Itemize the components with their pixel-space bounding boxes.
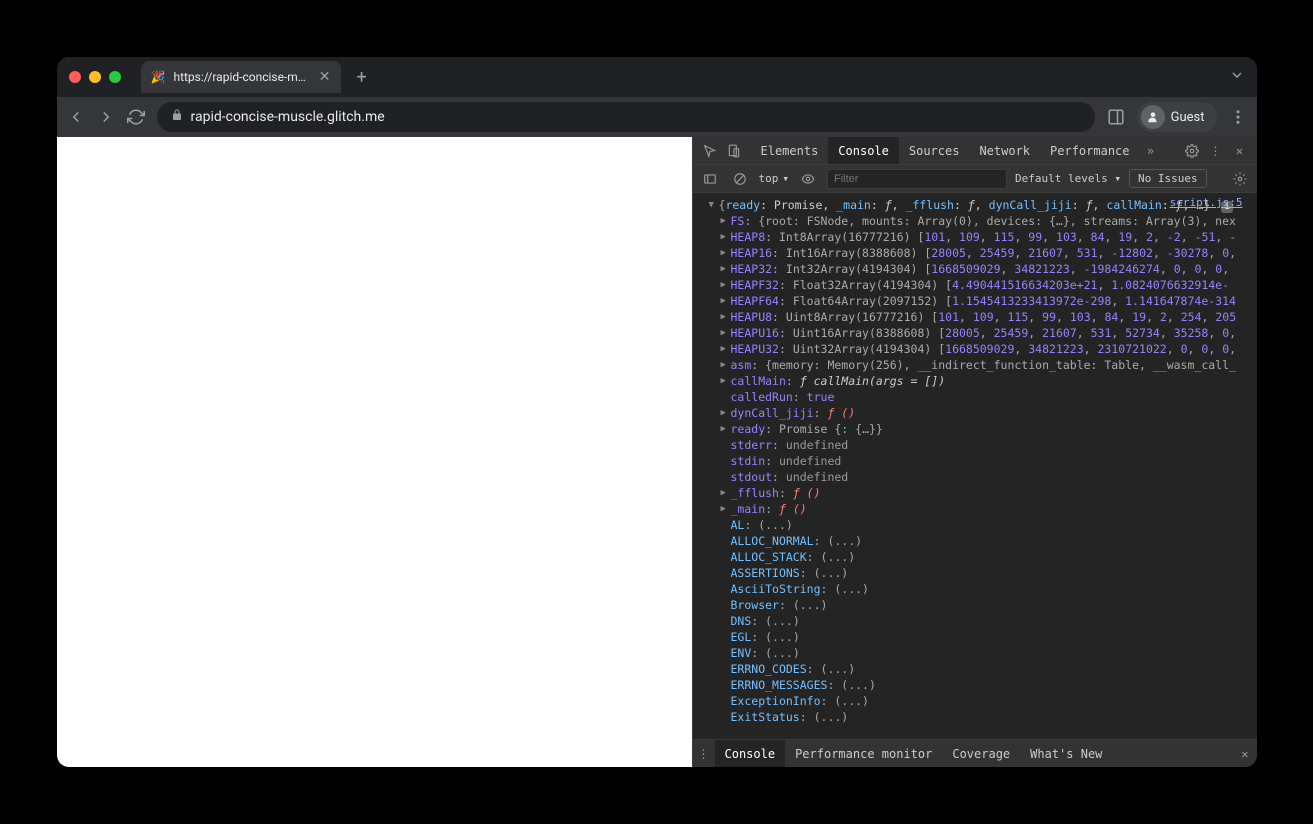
close-tab-icon[interactable]: ✕ bbox=[319, 69, 331, 85]
new-tab-button[interactable]: + bbox=[351, 67, 373, 88]
console-settings-icon[interactable] bbox=[1229, 168, 1251, 190]
property-row[interactable]: FS: {root: FSNode, mounts: Array(0), dev… bbox=[721, 213, 1253, 229]
device-toggle-icon[interactable] bbox=[723, 140, 745, 162]
property-row[interactable]: EGL: (...) bbox=[721, 629, 1253, 645]
back-button[interactable] bbox=[67, 108, 85, 126]
drawer-tab-coverage[interactable]: Coverage bbox=[942, 740, 1020, 767]
live-expression-icon[interactable] bbox=[797, 168, 819, 190]
tab-title: https://rapid-concise-muscle.g bbox=[173, 70, 310, 84]
property-row[interactable]: Browser: (...) bbox=[721, 597, 1253, 613]
traffic-lights bbox=[69, 71, 121, 83]
property-row[interactable]: HEAPU8: Uint8Array(16777216) [101, 109, … bbox=[721, 309, 1253, 325]
chevron-down-icon: ▾ bbox=[782, 172, 789, 185]
property-row[interactable]: ExitStatus: (...) bbox=[721, 709, 1253, 725]
browser-tab[interactable]: 🎉 https://rapid-concise-muscle.g ✕ bbox=[141, 61, 341, 93]
property-row[interactable]: ready: Promise {: {…}} bbox=[721, 421, 1253, 437]
property-row[interactable]: ERRNO_CODES: (...) bbox=[721, 661, 1253, 677]
property-row[interactable]: asm: {memory: Memory(256), __indirect_fu… bbox=[721, 357, 1253, 373]
devtools-drawer: ⋮ ConsolePerformance monitorCoverageWhat… bbox=[693, 739, 1257, 767]
sidebar-toggle-icon[interactable] bbox=[699, 168, 721, 190]
property-row[interactable]: _fflush: ƒ () bbox=[721, 485, 1253, 501]
filter-input[interactable] bbox=[827, 169, 1007, 189]
inspect-element-icon[interactable] bbox=[699, 140, 721, 162]
property-row[interactable]: DNS: (...) bbox=[721, 613, 1253, 629]
source-link[interactable]: script.js:5 bbox=[1170, 195, 1243, 211]
property-row[interactable]: ASSERTIONS: (...) bbox=[721, 565, 1253, 581]
property-row[interactable]: HEAP16: Int16Array(8388608) [28005, 2545… bbox=[721, 245, 1253, 261]
browser-window: 🎉 https://rapid-concise-muscle.g ✕ + rap… bbox=[57, 57, 1257, 767]
property-row[interactable]: AL: (...) bbox=[721, 517, 1253, 533]
lock-icon bbox=[171, 109, 183, 125]
settings-icon[interactable] bbox=[1181, 140, 1203, 162]
close-drawer-icon[interactable]: ✕ bbox=[1233, 747, 1256, 761]
minimize-window-button[interactable] bbox=[89, 71, 101, 83]
drawer-menu-icon[interactable]: ⋮ bbox=[693, 743, 715, 765]
devtools-tab-elements[interactable]: Elements bbox=[751, 137, 829, 164]
tab-list-button[interactable] bbox=[1229, 67, 1245, 87]
tab-strip: 🎉 https://rapid-concise-muscle.g ✕ + bbox=[57, 57, 1257, 97]
devtools-tab-network[interactable]: Network bbox=[969, 137, 1040, 164]
property-row[interactable]: HEAP8: Int8Array(16777216) [101, 109, 11… bbox=[721, 229, 1253, 245]
more-tabs-icon[interactable]: » bbox=[1140, 140, 1162, 162]
forward-button[interactable] bbox=[97, 108, 115, 126]
property-row[interactable]: HEAP32: Int32Array(4194304) [1668509029,… bbox=[721, 261, 1253, 277]
toolbar: rapid-concise-muscle.glitch.me Guest bbox=[57, 97, 1257, 137]
property-row[interactable]: _main: ƒ () bbox=[721, 501, 1253, 517]
address-bar[interactable]: rapid-concise-muscle.glitch.me bbox=[157, 102, 1095, 132]
browser-menu-button[interactable] bbox=[1229, 108, 1247, 126]
property-row[interactable]: HEAPU16: Uint16Array(8388608) [28005, 25… bbox=[721, 325, 1253, 341]
maximize-window-button[interactable] bbox=[109, 71, 121, 83]
devtools-panel: ElementsConsoleSourcesNetworkPerformance… bbox=[692, 137, 1257, 767]
devtools-menu-icon[interactable]: ⋮ bbox=[1205, 140, 1227, 162]
close-window-button[interactable] bbox=[69, 71, 81, 83]
devtools-tab-performance[interactable]: Performance bbox=[1040, 137, 1139, 164]
profile-badge[interactable]: Guest bbox=[1137, 102, 1217, 132]
property-row[interactable]: dynCall_jiji: ƒ () bbox=[721, 405, 1253, 421]
close-devtools-icon[interactable]: ✕ bbox=[1229, 140, 1251, 162]
url-text: rapid-concise-muscle.glitch.me bbox=[191, 109, 385, 125]
devtools-tab-sources[interactable]: Sources bbox=[899, 137, 970, 164]
issues-button[interactable]: No Issues bbox=[1129, 169, 1207, 188]
console-output[interactable]: script.js:5 {{ready: Promise, _main: ƒ, … bbox=[693, 193, 1257, 739]
property-row[interactable]: AsciiToString: (...) bbox=[721, 581, 1253, 597]
property-row[interactable]: ENV: (...) bbox=[721, 645, 1253, 661]
devtools-tab-bar: ElementsConsoleSourcesNetworkPerformance… bbox=[693, 137, 1257, 165]
property-row[interactable]: stdout: undefined bbox=[721, 469, 1253, 485]
profile-label: Guest bbox=[1171, 110, 1205, 125]
page-viewport[interactable] bbox=[57, 137, 692, 767]
property-row[interactable]: ALLOC_STACK: (...) bbox=[721, 549, 1253, 565]
property-row[interactable]: ExceptionInfo: (...) bbox=[721, 693, 1253, 709]
property-row[interactable]: callMain: ƒ callMain(args = []) bbox=[721, 373, 1253, 389]
clear-console-icon[interactable] bbox=[729, 168, 751, 190]
property-row[interactable]: stderr: undefined bbox=[721, 437, 1253, 453]
context-selector[interactable]: top ▾ bbox=[759, 172, 790, 185]
log-levels-dropdown[interactable]: Default levels ▾ bbox=[1015, 172, 1121, 185]
panel-toggle-icon[interactable] bbox=[1107, 108, 1125, 126]
drawer-tab-console[interactable]: Console bbox=[715, 740, 786, 767]
avatar-icon bbox=[1141, 105, 1165, 129]
property-row[interactable]: calledRun: true bbox=[721, 389, 1253, 405]
tab-favicon: 🎉 bbox=[151, 70, 166, 84]
reload-button[interactable] bbox=[127, 108, 145, 126]
property-row[interactable]: stdin: undefined bbox=[721, 453, 1253, 469]
property-row[interactable]: HEAPF32: Float32Array(4194304) [4.490441… bbox=[721, 277, 1253, 293]
property-row[interactable]: ALLOC_NORMAL: (...) bbox=[721, 533, 1253, 549]
devtools-tab-console[interactable]: Console bbox=[828, 137, 899, 164]
drawer-tab-what's-new[interactable]: What's New bbox=[1020, 740, 1112, 767]
property-row[interactable]: ERRNO_MESSAGES: (...) bbox=[721, 677, 1253, 693]
property-row[interactable]: HEAPU32: Uint32Array(4194304) [166850902… bbox=[721, 341, 1253, 357]
drawer-tab-performance-monitor[interactable]: Performance monitor bbox=[785, 740, 942, 767]
property-row[interactable]: HEAPF64: Float64Array(2097152) [1.154541… bbox=[721, 293, 1253, 309]
content-area: ElementsConsoleSourcesNetworkPerformance… bbox=[57, 137, 1257, 767]
console-toolbar: top ▾ Default levels ▾ No Issues bbox=[693, 165, 1257, 193]
